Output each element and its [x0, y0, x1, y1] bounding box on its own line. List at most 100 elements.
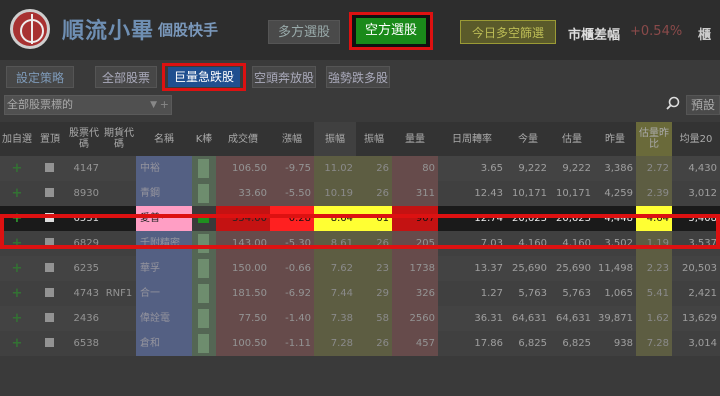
turnover-rate: 13.37 — [474, 263, 503, 274]
avg-volume-20: 3,014 — [688, 338, 717, 349]
stock-name-link[interactable]: 倉和 — [136, 331, 192, 356]
stock-scope-select[interactable]: 全部股票標的 ▼ + — [4, 95, 172, 115]
avg-volume-20: 4,430 — [688, 163, 717, 174]
checkbox-icon[interactable] — [45, 288, 54, 297]
futures-code — [102, 256, 136, 281]
volume: 2560 — [392, 306, 438, 331]
table-row[interactable]: +6538 倉和 100.50 -1.11 7.28 26 457 17.86 6,825 6,8… — [0, 331, 720, 356]
est-prev-ratio: 5.41 — [636, 281, 672, 306]
column-header[interactable]: 加自選 — [0, 122, 34, 156]
today-volume: 10,171 — [512, 188, 547, 199]
preset-select[interactable]: 預設 — [686, 95, 720, 115]
long-screen-button[interactable]: 多方選股 — [268, 20, 340, 44]
change-pct: -1.11 — [270, 331, 314, 356]
estimated-volume: 9,222 — [562, 163, 591, 174]
column-header[interactable]: 昨量 — [594, 122, 636, 156]
est-prev-ratio: 7.28 — [636, 331, 672, 356]
futures-code — [102, 306, 136, 331]
amplitude-2: 58 — [356, 306, 392, 331]
pin-checkbox[interactable] — [34, 306, 66, 331]
volume: 1738 — [392, 256, 438, 281]
column-header[interactable]: K棒 — [192, 122, 216, 156]
price: 77.50 — [216, 306, 270, 331]
pin-checkbox[interactable] — [34, 331, 66, 356]
turnover-rate: 1.27 — [480, 288, 503, 299]
prev-volume: 4,259 — [604, 188, 633, 199]
stock-name-link[interactable]: 偉詮電 — [136, 306, 192, 331]
column-header[interactable]: 漲幅 — [270, 122, 314, 156]
pin-checkbox[interactable] — [34, 256, 66, 281]
futures-code — [102, 331, 136, 356]
stock-name-link[interactable]: 合一 — [136, 281, 192, 306]
column-header[interactable]: 股票代碼 — [66, 122, 102, 156]
kbar-icon — [192, 281, 216, 306]
tab-volume-drop[interactable]: 巨量急跌股 — [168, 67, 240, 87]
turnover-rate: 17.86 — [474, 338, 503, 349]
add-to-watchlist-button[interactable]: + — [0, 331, 34, 356]
stock-code: 6235 — [73, 263, 99, 274]
stock-name-link[interactable]: 青鋼 — [136, 181, 192, 206]
amplitude: 11.02 — [314, 156, 356, 181]
checkbox-icon[interactable] — [45, 163, 54, 172]
tab-strong-weak[interactable]: 強勢跌多股 — [326, 66, 390, 88]
column-header[interactable]: 估量昨比 — [636, 122, 672, 156]
table-row[interactable]: +4147 中裕 106.50 -9.75 11.02 26 80 3.65 9,222 9,22… — [0, 156, 720, 181]
price: 106.50 — [216, 156, 270, 181]
column-header[interactable]: 均量20 — [672, 122, 720, 156]
today-volume: 25,690 — [512, 263, 547, 274]
column-header[interactable]: 振幅 — [314, 122, 356, 156]
spread-value: +0.54% — [630, 24, 683, 39]
table-row[interactable]: +4743 RNF1 合一 181.50 -6.92 7.44 29 326 1.27 5,763… — [0, 281, 720, 306]
table-row[interactable]: +8930 青鋼 33.60 -5.50 10.19 26 311 12.43 10,171 10… — [0, 181, 720, 206]
app-title: 順流小畢 — [62, 19, 155, 44]
short-screen-highlight: 空方選股 — [349, 12, 433, 50]
est-prev-ratio: 2.39 — [636, 181, 672, 206]
tab-settings[interactable]: 設定策略 — [6, 66, 74, 88]
column-header[interactable]: 今量 — [506, 122, 550, 156]
column-header[interactable]: 量量 — [392, 122, 438, 156]
add-to-watchlist-button[interactable]: + — [0, 306, 34, 331]
est-prev-ratio: 2.72 — [636, 156, 672, 181]
today-volume: 9,222 — [518, 163, 547, 174]
tab-short-release[interactable]: 空頭奔放股 — [252, 66, 316, 88]
column-header[interactable]: 估量 — [550, 122, 594, 156]
short-screen-button[interactable]: 空方選股 — [356, 18, 426, 44]
checkbox-icon[interactable] — [45, 188, 54, 197]
price: 181.50 — [216, 281, 270, 306]
spread-label: 市櫃差幅 — [568, 28, 621, 43]
column-header[interactable]: 名稱 — [136, 122, 192, 156]
checkbox-icon[interactable] — [45, 313, 54, 322]
search-icon[interactable] — [666, 96, 680, 110]
stock-code: 4147 — [73, 163, 99, 174]
add-to-watchlist-button[interactable]: + — [0, 256, 34, 281]
avg-volume-20: 3,012 — [688, 188, 717, 199]
column-header[interactable]: 振幅 — [356, 122, 392, 156]
add-to-watchlist-button[interactable]: + — [0, 156, 34, 181]
column-header[interactable]: 置頂 — [34, 122, 66, 156]
kbar-body — [198, 184, 209, 203]
stock-name-link[interactable]: 中裕 — [136, 156, 192, 181]
checkbox-icon[interactable] — [45, 263, 54, 272]
tab-all-stocks[interactable]: 全部股票 — [95, 66, 157, 88]
futures-code: RNF1 — [105, 288, 133, 299]
pin-checkbox[interactable] — [34, 281, 66, 306]
table-row[interactable]: +2436 偉詮電 77.50 -1.40 7.38 58 2560 36.31 64,631 6… — [0, 306, 720, 331]
column-header[interactable]: 期貨代碼 — [102, 122, 136, 156]
change-pct: -0.66 — [270, 256, 314, 281]
column-header[interactable]: 成交價 — [216, 122, 270, 156]
prev-volume: 11,498 — [598, 263, 633, 274]
turnover-rate: 3.65 — [480, 163, 503, 174]
today-screen-button[interactable]: 今日多空篩選 — [460, 20, 556, 44]
price: 100.50 — [216, 331, 270, 356]
amplitude: 10.19 — [314, 181, 356, 206]
add-to-watchlist-button[interactable]: + — [0, 181, 34, 206]
stock-name-link[interactable]: 華孚 — [136, 256, 192, 281]
table-row[interactable]: +6235 華孚 150.00 -0.66 7.62 23 1738 13.37 25,690 2… — [0, 256, 720, 281]
pin-checkbox[interactable] — [34, 156, 66, 181]
checkbox-icon[interactable] — [45, 338, 54, 347]
change-pct: -5.50 — [270, 181, 314, 206]
add-to-watchlist-button[interactable]: + — [0, 281, 34, 306]
estimated-volume: 5,763 — [562, 288, 591, 299]
column-header[interactable]: 日周轉率 — [438, 122, 506, 156]
pin-checkbox[interactable] — [34, 181, 66, 206]
